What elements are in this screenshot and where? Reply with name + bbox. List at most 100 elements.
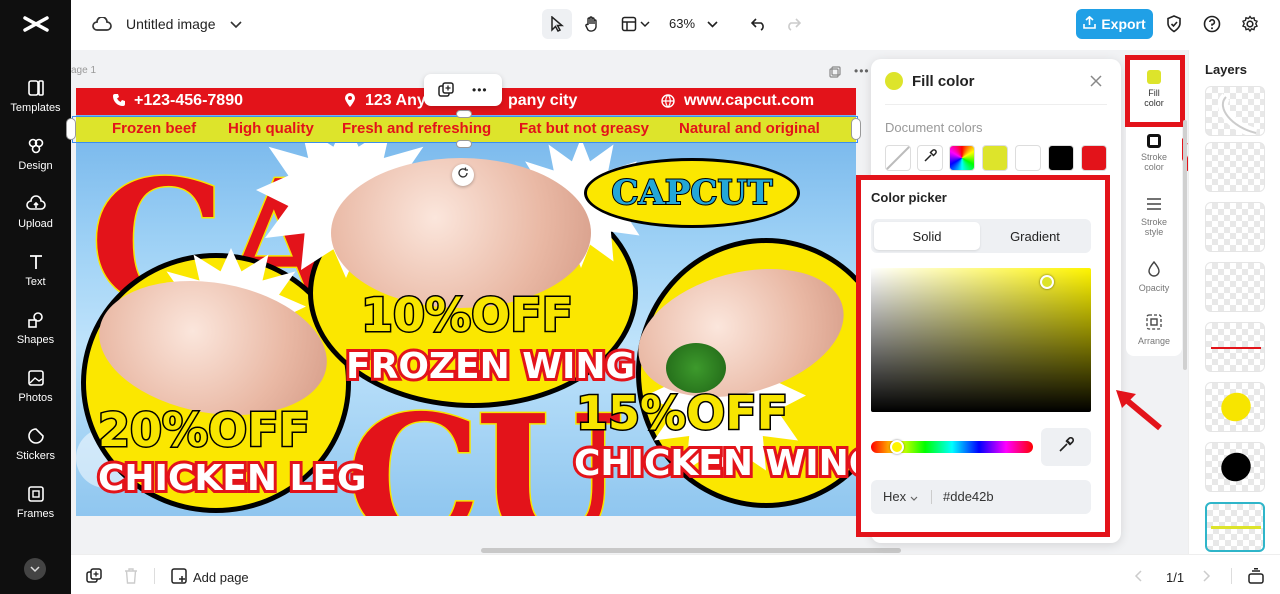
page-duplicate-icon[interactable]: [829, 65, 841, 83]
tab-solid[interactable]: Solid: [874, 222, 980, 250]
next-page-icon[interactable]: [1192, 561, 1222, 591]
hand-tool-button[interactable]: [577, 9, 607, 39]
address-text: 123 Any: [365, 92, 426, 109]
layer-item[interactable]: [1205, 262, 1265, 312]
tab-arrange[interactable]: Arrange: [1126, 314, 1182, 354]
previous-page-icon[interactable]: [1123, 561, 1153, 591]
doc-color-swatch[interactable]: [1081, 145, 1107, 171]
sidebar-item-label: Design: [18, 160, 53, 172]
zoom-dropdown-icon[interactable]: [702, 9, 722, 39]
sidebar-item-label: Shapes: [16, 334, 55, 346]
brand-oval: CAPCUT: [584, 158, 800, 228]
duplicate-page-icon[interactable]: [79, 561, 109, 591]
more-options-icon[interactable]: •••: [472, 83, 488, 97]
arrange-icon: [1146, 314, 1162, 332]
promo-percent-15: 15%OFF: [574, 385, 789, 442]
hue-slider[interactable]: [871, 440, 1033, 454]
tab-opacity[interactable]: Opacity: [1126, 260, 1182, 301]
no-color-swatch[interactable]: [885, 145, 911, 171]
eyedropper-swatch[interactable]: [917, 145, 943, 171]
location-pin-icon: [344, 93, 356, 113]
promo-item-chicken-leg: CHICKEN LEG: [95, 455, 370, 502]
delete-page-icon[interactable]: [116, 561, 146, 591]
capcut-logo[interactable]: [22, 12, 50, 36]
picker-eyedropper-button[interactable]: [1041, 428, 1091, 466]
design-canvas[interactable]: CAP CU CAPCUT 10%OFF FROZEN WING 20%OFF …: [76, 88, 856, 516]
globe-icon: [661, 94, 675, 113]
help-icon[interactable]: [1197, 9, 1227, 39]
chevron-down-icon[interactable]: [221, 10, 251, 40]
select-tool-button[interactable]: [542, 9, 572, 39]
doc-color-swatch[interactable]: [982, 145, 1008, 171]
color-format-select[interactable]: Hex: [883, 489, 918, 504]
tab-stroke-style[interactable]: Stroke style: [1126, 197, 1182, 247]
frames-icon: [24, 482, 48, 506]
footer-divider: [1231, 568, 1232, 584]
sidebar-item-frames[interactable]: Frames: [0, 482, 71, 520]
undo-icon[interactable]: [744, 9, 774, 39]
doc-color-swatch[interactable]: [1048, 145, 1074, 171]
layer-item[interactable]: [1205, 322, 1265, 372]
add-page-label: Add page: [193, 570, 249, 585]
panel-scrollbar[interactable]: [1183, 120, 1187, 370]
tab-stroke-color[interactable]: Stroke color: [1126, 134, 1182, 184]
rotate-icon: [457, 166, 469, 184]
sidebar-item-stickers[interactable]: Stickers: [0, 424, 71, 462]
tab-gradient[interactable]: Gradient: [982, 222, 1088, 250]
multicolor-swatch[interactable]: [949, 145, 975, 171]
horizontal-scrollbar[interactable]: [481, 548, 901, 553]
resize-handle[interactable]: [456, 110, 472, 118]
resize-handle[interactable]: [66, 118, 76, 140]
promo-percent-20: 20%OFF: [96, 402, 311, 459]
layer-item[interactable]: [1205, 382, 1265, 432]
document-title[interactable]: Untitled image: [126, 16, 216, 32]
sidebar-item-templates[interactable]: Templates: [0, 76, 71, 114]
page-more-icon[interactable]: •••: [854, 64, 870, 78]
resize-handle[interactable]: [456, 140, 472, 148]
shield-icon[interactable]: [1159, 9, 1189, 39]
export-button[interactable]: Export: [1076, 9, 1153, 39]
zoom-level[interactable]: 63%: [669, 16, 695, 31]
layer-item[interactable]: [1205, 142, 1265, 192]
layer-item[interactable]: [1205, 202, 1265, 252]
add-page-button[interactable]: Add page: [171, 568, 249, 587]
hex-input[interactable]: #dde42b: [943, 489, 994, 504]
saturation-brightness-area[interactable]: [871, 268, 1091, 412]
sidebar-item-label: Text: [25, 276, 46, 288]
sidebar-item-shapes[interactable]: Shapes: [0, 308, 71, 346]
fill-tab-highlight: [1125, 55, 1185, 127]
close-icon[interactable]: [1089, 74, 1103, 93]
duplicate-icon[interactable]: [438, 82, 454, 103]
color-selector-handle[interactable]: [1040, 275, 1054, 290]
stroke-color-icon: [1147, 134, 1161, 148]
settings-icon[interactable]: [1235, 9, 1265, 39]
more-apps-icon[interactable]: [24, 558, 46, 580]
promo-item-frozen-wing: FROZEN WING: [343, 343, 638, 390]
sidebar-item-photos[interactable]: Photos: [0, 366, 71, 404]
resize-handle[interactable]: [851, 118, 861, 140]
selection-box[interactable]: [72, 116, 858, 143]
eyedropper-icon: [923, 148, 937, 168]
hue-slider-thumb[interactable]: [889, 440, 904, 454]
color-picker-popover: Color picker Solid Gradient Hex #dde42b: [856, 175, 1110, 537]
doc-color-swatch[interactable]: [1015, 145, 1041, 171]
redo-icon[interactable]: [778, 9, 808, 39]
document-colors-label: Document colors: [885, 120, 983, 135]
sidebar-item-text[interactable]: Text: [0, 250, 71, 288]
photos-icon: [24, 366, 48, 390]
cloud-sync-icon[interactable]: [87, 10, 117, 40]
shapes-icon: [24, 308, 48, 332]
stroke-style-icon: [1146, 197, 1162, 213]
layer-item[interactable]: [1205, 86, 1265, 136]
layout-dropdown-icon[interactable]: [637, 9, 653, 39]
templates-icon: [24, 76, 48, 100]
layer-item[interactable]: [1205, 442, 1265, 492]
sidebar-item-upload[interactable]: Upload: [0, 192, 71, 230]
tab-label: Stroke style: [1140, 217, 1167, 237]
pages-panel-icon[interactable]: [1241, 561, 1271, 591]
sidebar-item-design[interactable]: Design: [0, 134, 71, 172]
layer-item-selected[interactable]: [1205, 502, 1265, 552]
rotate-handle[interactable]: [452, 164, 474, 186]
bottom-bar: Add page 1/1: [71, 554, 1280, 594]
sidebar-item-label: Upload: [18, 218, 53, 230]
